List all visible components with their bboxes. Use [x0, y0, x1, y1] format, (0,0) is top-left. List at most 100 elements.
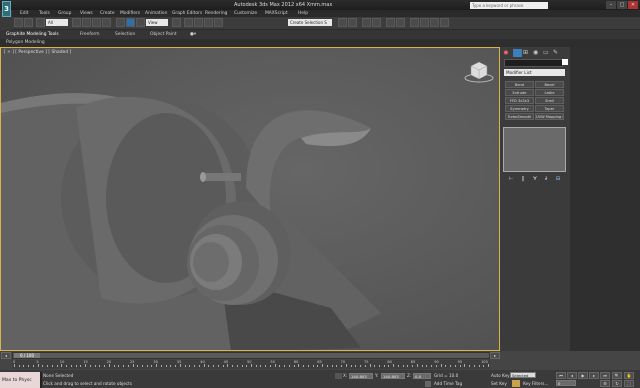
render-icon[interactable]	[440, 18, 449, 27]
remove-modifier-icon[interactable]: ∂	[542, 176, 550, 182]
scale-icon[interactable]	[136, 18, 145, 27]
modify-tab-icon[interactable]	[513, 49, 522, 57]
time-config-icon[interactable]: ⚙	[600, 380, 610, 387]
motion-tab-icon[interactable]: ◉	[533, 49, 542, 57]
menu-modifiers[interactable]: Modifiers	[120, 10, 140, 17]
menu-group[interactable]: Group	[58, 10, 71, 17]
object-color-swatch[interactable]	[562, 59, 568, 65]
modifier-shell-button[interactable]: Shell	[535, 97, 564, 104]
frame-ruler[interactable]: 0 5 10 15 20 25 30 35 40 45 50 55 60 65 70 75 80 85 90 95 10…	[12, 360, 490, 369]
key-filters-button[interactable]: Key Filters...	[523, 381, 548, 386]
polygon-modeling-panel[interactable]: Polygon Modeling	[6, 40, 45, 45]
play-icon[interactable]: ▶	[578, 372, 588, 379]
link-icon[interactable]	[36, 18, 45, 27]
next-frame-icon[interactable]: ▸	[589, 372, 599, 379]
layer-manager-icon[interactable]	[362, 18, 371, 27]
modifier-ffd-button[interactable]: FFD 3x3x3	[505, 97, 534, 104]
current-frame-field[interactable]: 0	[556, 380, 576, 386]
selection-filter-dropdown[interactable]: All	[46, 19, 68, 26]
window-crossing-icon[interactable]	[102, 18, 111, 27]
move-icon[interactable]	[116, 18, 125, 27]
modifier-extrude-button[interactable]: Extrude	[505, 89, 534, 96]
modifier-stack-list[interactable]	[503, 127, 566, 172]
modifier-lathe-button[interactable]: Lathe	[535, 89, 564, 96]
maxscript-listener[interactable]: Max to Physc	[0, 372, 40, 388]
ribbon-options-icon[interactable]: ●▾	[190, 32, 196, 37]
time-slider-thumb[interactable]: 0 / 100	[14, 353, 40, 358]
y-coord-field[interactable]: 140.803	[381, 373, 405, 379]
timeline-next-icon[interactable]: ▸	[490, 352, 500, 359]
time-slider[interactable]	[12, 352, 490, 359]
maximize-button[interactable]: □	[617, 1, 627, 9]
utilities-tab-icon[interactable]: ✎	[553, 49, 562, 57]
menu-animation[interactable]: Animation	[145, 10, 167, 17]
close-button[interactable]: ✕	[628, 1, 638, 9]
select-by-name-icon[interactable]	[82, 18, 91, 27]
add-time-tag-button[interactable]: Add Time Tag	[434, 381, 462, 386]
align-icon[interactable]	[348, 18, 357, 27]
zoom-icon[interactable]: 🔍	[612, 372, 622, 379]
hierarchy-tab-icon[interactable]: ⊞	[523, 49, 532, 57]
menu-maxscript[interactable]: MAXScript	[265, 10, 288, 17]
reference-coord-dropdown[interactable]: View	[146, 19, 168, 26]
app-logo-button[interactable]: 3	[2, 1, 11, 17]
snap-icon[interactable]	[184, 18, 193, 27]
angle-snap-icon[interactable]	[194, 18, 203, 27]
pin-stack-icon[interactable]: ⊢	[507, 176, 515, 182]
modifier-taper-button[interactable]: Taper	[535, 105, 564, 112]
rotate-icon[interactable]	[126, 18, 135, 27]
tab-object-paint[interactable]: Object Paint	[150, 32, 177, 37]
region-select-icon[interactable]	[92, 18, 101, 27]
graphite-icon[interactable]	[372, 18, 381, 27]
time-tag-icon[interactable]	[425, 381, 431, 387]
orbit-icon[interactable]: ↻	[612, 380, 622, 387]
schematic-view-icon[interactable]	[396, 18, 405, 27]
menu-help[interactable]: Help	[298, 10, 308, 17]
lock-selection-icon[interactable]	[335, 373, 342, 379]
render-setup-icon[interactable]	[420, 18, 429, 27]
make-unique-icon[interactable]: ∀	[531, 176, 539, 182]
timeline-prev-icon[interactable]: ◂	[1, 352, 11, 359]
pan-icon[interactable]: ✋	[624, 372, 634, 379]
viewport-label[interactable]: [ + ] [ Perspective ] [ Shaded ]	[4, 50, 71, 55]
menu-create[interactable]: Create	[100, 10, 115, 17]
tab-selection[interactable]: Selection	[115, 32, 135, 37]
spinner-snap-icon[interactable]	[214, 18, 223, 27]
menu-graph-editors[interactable]: Graph Editors	[172, 10, 202, 17]
pivot-icon[interactable]	[172, 18, 181, 27]
auto-key-mode-dropdown[interactable]: Selected	[510, 372, 536, 378]
modifier-bevel-button[interactable]: Bevel	[535, 81, 564, 88]
tab-graphite-modeling-tools[interactable]: Graphite Modeling Tools	[6, 32, 59, 37]
display-tab-icon[interactable]: ▭	[543, 49, 552, 57]
menu-views[interactable]: Views	[80, 10, 93, 17]
set-key-button[interactable]: Set Key	[491, 381, 507, 386]
curve-editor-icon[interactable]	[386, 18, 395, 27]
z-coord-field[interactable]: 0.0	[413, 373, 431, 379]
modifier-turbosmooth-button[interactable]: TurboSmooth	[505, 113, 534, 120]
key-icon[interactable]	[512, 380, 520, 387]
select-object-icon[interactable]	[72, 18, 81, 27]
percent-snap-icon[interactable]	[204, 18, 213, 27]
auto-key-button[interactable]: Auto Key	[491, 373, 510, 378]
modifier-symmetry-button[interactable]: Symmetry	[505, 105, 534, 112]
mirror-icon[interactable]	[338, 18, 347, 27]
go-to-end-icon[interactable]: ⏭	[600, 372, 610, 379]
named-selection-dropdown[interactable]: Create Selection S	[288, 19, 332, 26]
show-end-result-icon[interactable]: ‖	[519, 176, 527, 182]
menu-rendering[interactable]: Rendering	[205, 10, 227, 17]
go-to-start-icon[interactable]: ⏮	[556, 372, 566, 379]
redo-icon[interactable]	[24, 18, 33, 27]
perspective-viewport[interactable]: [ + ] [ Perspective ] [ Shaded ]	[0, 47, 500, 351]
rendered-frame-icon[interactable]	[430, 18, 439, 27]
menu-customize[interactable]: Customize	[234, 10, 257, 17]
menu-tools[interactable]: Tools	[39, 10, 50, 17]
maximize-viewport-icon[interactable]: ⛶	[624, 380, 634, 387]
tab-freeform[interactable]: Freeform	[80, 32, 100, 37]
configure-sets-icon[interactable]: ⊟	[554, 176, 562, 182]
prev-frame-icon[interactable]: ◂	[567, 372, 577, 379]
x-coord-field[interactable]: 140.803	[349, 373, 373, 379]
object-name-field[interactable]	[504, 59, 563, 67]
modifier-bend-button[interactable]: Bend	[505, 81, 534, 88]
menu-edit[interactable]: Edit	[20, 10, 29, 17]
material-editor-icon[interactable]	[410, 18, 419, 27]
